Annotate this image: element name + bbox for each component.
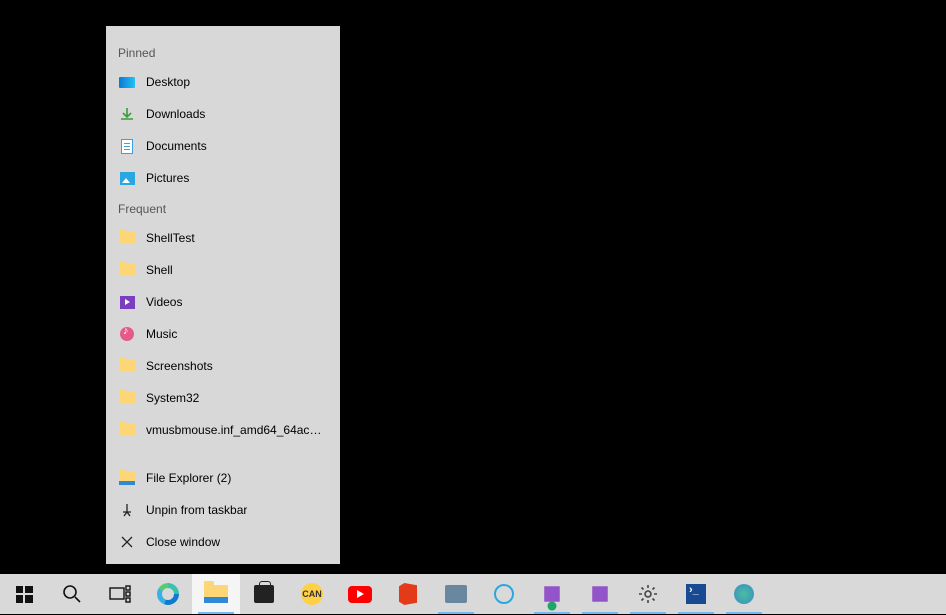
downloads-icon	[118, 105, 136, 123]
pictures-icon	[118, 169, 136, 187]
file-explorer-icon	[204, 582, 228, 606]
pinned-header: Pinned	[106, 38, 340, 66]
close-icon	[118, 533, 136, 551]
pinned-item-label: Desktop	[146, 75, 190, 89]
task-item-label: Close window	[146, 535, 220, 549]
frequent-item-label: vmusbmouse.inf_amd64_64ac7a0a...	[146, 423, 328, 437]
folder-icon	[118, 421, 136, 439]
frequent-item-label: Shell	[146, 263, 173, 277]
frequent-item-label: System32	[146, 391, 199, 405]
powershell-button[interactable]	[672, 574, 720, 614]
desktop-icon	[118, 73, 136, 91]
chrome-canary-button[interactable]: CAN	[288, 574, 336, 614]
vs-installer-button[interactable]	[528, 574, 576, 614]
store-icon	[252, 582, 276, 606]
frequent-item-videos[interactable]: Videos	[106, 286, 340, 318]
task-item-label: File Explorer (2)	[146, 471, 231, 485]
pinned-item-downloads[interactable]: Downloads	[106, 98, 340, 130]
youtube-button[interactable]	[336, 574, 384, 614]
frequent-item-shelltest[interactable]: ShellTest	[106, 222, 340, 254]
frequent-item-screenshots[interactable]: Screenshots	[106, 350, 340, 382]
start-icon	[12, 582, 36, 606]
task-item-unpin[interactable]: Unpin from taskbar	[106, 494, 340, 526]
unpin-icon	[118, 501, 136, 519]
jumplist-divider	[106, 446, 340, 462]
folder-icon	[118, 261, 136, 279]
task-view-icon	[108, 582, 132, 606]
task-view-button[interactable]	[96, 574, 144, 614]
frequent-item-label: Music	[146, 327, 177, 341]
file-explorer-jumplist: Pinned Desktop Downloads Documents Pictu…	[106, 26, 340, 564]
task-item-close[interactable]: Close window	[106, 526, 340, 558]
pinned-item-documents[interactable]: Documents	[106, 130, 340, 162]
frequent-item-label: Screenshots	[146, 359, 213, 373]
edge-icon	[156, 582, 180, 606]
pinned-item-label: Documents	[146, 139, 207, 153]
chrome-canary-icon: CAN	[300, 582, 324, 606]
start-button[interactable]	[0, 574, 48, 614]
frequent-item-label: ShellTest	[146, 231, 195, 245]
edge-button[interactable]	[144, 574, 192, 614]
cortana-icon	[492, 582, 516, 606]
folder-icon	[118, 389, 136, 407]
frequent-item-vmusbmouse[interactable]: vmusbmouse.inf_amd64_64ac7a0a...	[106, 414, 340, 446]
documents-icon	[118, 137, 136, 155]
pinned-item-pictures[interactable]: Pictures	[106, 162, 340, 194]
youtube-icon	[348, 582, 372, 606]
office-icon	[396, 582, 420, 606]
taskbar: CAN	[0, 574, 946, 614]
art-app-icon	[732, 582, 756, 606]
videos-icon	[118, 293, 136, 311]
gear-icon	[636, 582, 660, 606]
search-icon	[60, 582, 84, 606]
folder-icon	[118, 229, 136, 247]
app-button-1[interactable]	[432, 574, 480, 614]
frequent-item-shell[interactable]: Shell	[106, 254, 340, 286]
store-button[interactable]	[240, 574, 288, 614]
music-icon	[118, 325, 136, 343]
folder-icon	[118, 357, 136, 375]
generic-app-icon	[444, 582, 468, 606]
pinned-item-desktop[interactable]: Desktop	[106, 66, 340, 98]
visual-studio-button[interactable]	[576, 574, 624, 614]
frequent-item-label: Videos	[146, 295, 182, 309]
pinned-item-label: Downloads	[146, 107, 205, 121]
task-item-file-explorer[interactable]: File Explorer (2)	[106, 462, 340, 494]
visual-studio-icon	[588, 582, 612, 606]
search-button[interactable]	[48, 574, 96, 614]
pinned-item-label: Pictures	[146, 171, 189, 185]
frequent-item-system32[interactable]: System32	[106, 382, 340, 414]
frequent-header: Frequent	[106, 194, 340, 222]
settings-button[interactable]	[624, 574, 672, 614]
cortana-button[interactable]	[480, 574, 528, 614]
file-explorer-icon	[118, 469, 136, 487]
task-item-label: Unpin from taskbar	[146, 503, 247, 517]
office-button[interactable]	[384, 574, 432, 614]
app-button-2[interactable]	[720, 574, 768, 614]
vs-badge-icon	[540, 582, 564, 606]
frequent-item-music[interactable]: Music	[106, 318, 340, 350]
file-explorer-button[interactable]	[192, 574, 240, 614]
powershell-icon	[684, 582, 708, 606]
